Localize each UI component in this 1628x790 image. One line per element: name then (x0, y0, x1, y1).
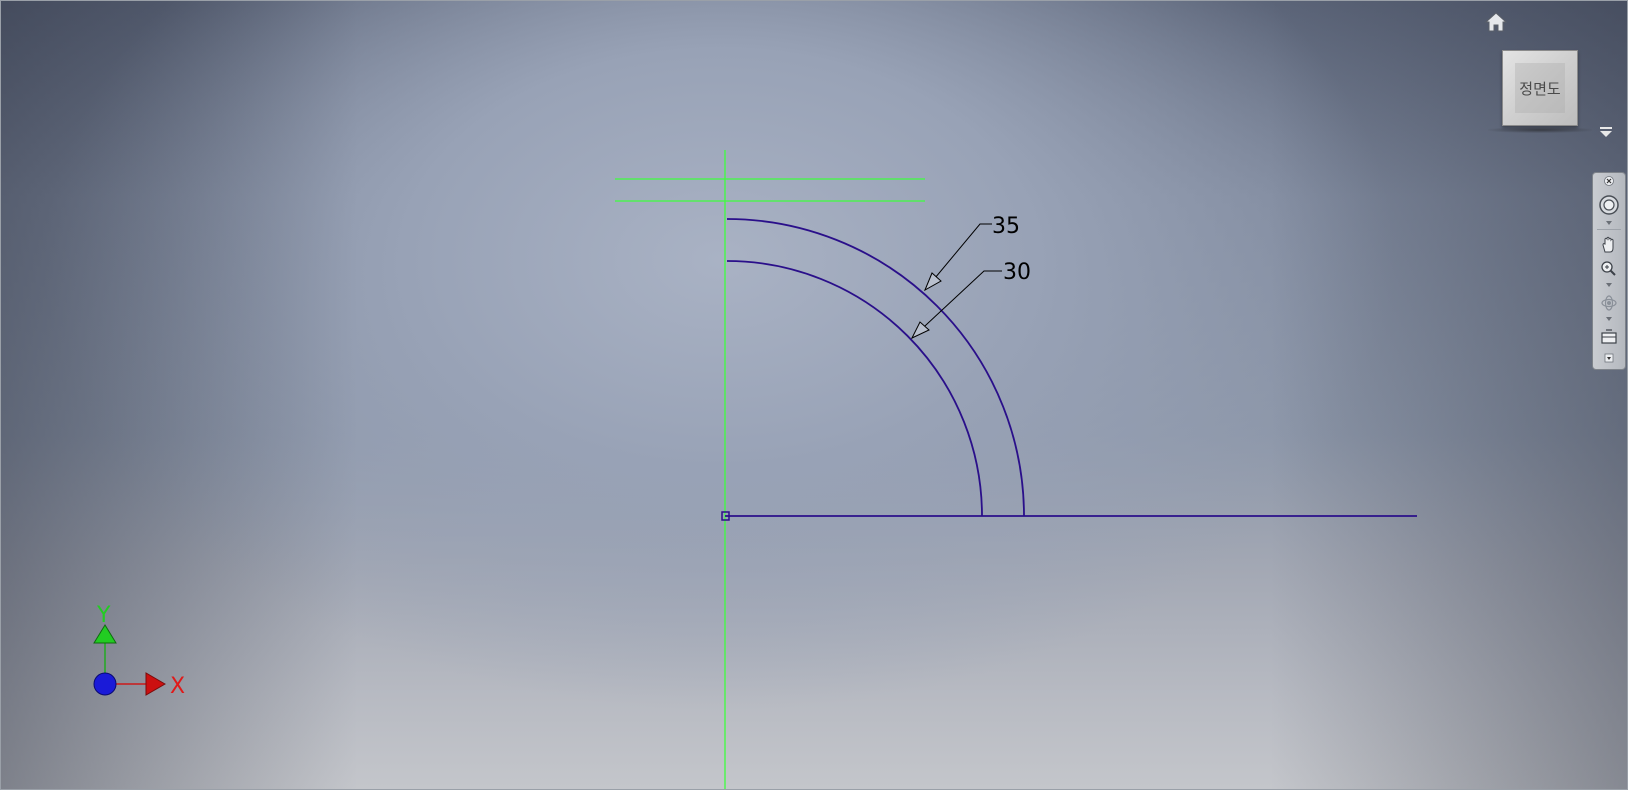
caret-down-icon (1606, 221, 1612, 225)
x-axis-label: X (170, 674, 185, 699)
inner-arc[interactable] (726, 260, 983, 517)
customize-icon (1604, 353, 1614, 363)
navbar-close-button[interactable] (1593, 175, 1625, 187)
origin-sphere-icon (93, 672, 117, 696)
navbar-orbit-button[interactable] (1593, 291, 1625, 315)
triangle-down-icon (1600, 127, 1612, 137)
viewcube-compass-ring (1488, 127, 1592, 133)
navbar-zoom-button[interactable] (1593, 257, 1625, 281)
outer-arc[interactable] (726, 218, 1025, 517)
viewcube-menu-button[interactable] (1598, 124, 1614, 138)
zoom-icon (1601, 261, 1616, 276)
navbar-look-at-button[interactable] (1593, 325, 1625, 349)
viewcube-front-face[interactable]: 정면도 (1515, 63, 1565, 113)
look-at-icon (1601, 329, 1617, 344)
steering-wheel-icon (1599, 195, 1619, 215)
orbit-icon (1601, 295, 1617, 311)
home-icon (1484, 12, 1508, 32)
dimension-label-30[interactable]: 30 (1003, 260, 1031, 285)
caret-down-icon (1606, 283, 1612, 287)
dimension-label-35[interactable]: 35 (992, 214, 1020, 239)
home-view-button[interactable] (1484, 10, 1508, 34)
coordinate-triad: Y X (93, 603, 185, 699)
navbar-customize-button[interactable] (1593, 351, 1625, 365)
x-axis-arrow-icon (145, 672, 166, 696)
navbar-pan-button[interactable] (1593, 233, 1625, 257)
navbar-separator (1597, 229, 1621, 230)
close-icon (1604, 176, 1614, 186)
caret-down-icon (1606, 317, 1612, 321)
viewcube[interactable]: 정면도 (1502, 50, 1578, 126)
navigation-bar (1592, 172, 1626, 370)
y-axis-label: Y (96, 603, 111, 628)
sketch-canvas[interactable]: 35 30 Y X (0, 0, 1628, 790)
pan-hand-icon (1602, 236, 1614, 253)
navbar-steering-wheel-button[interactable] (1593, 191, 1625, 219)
